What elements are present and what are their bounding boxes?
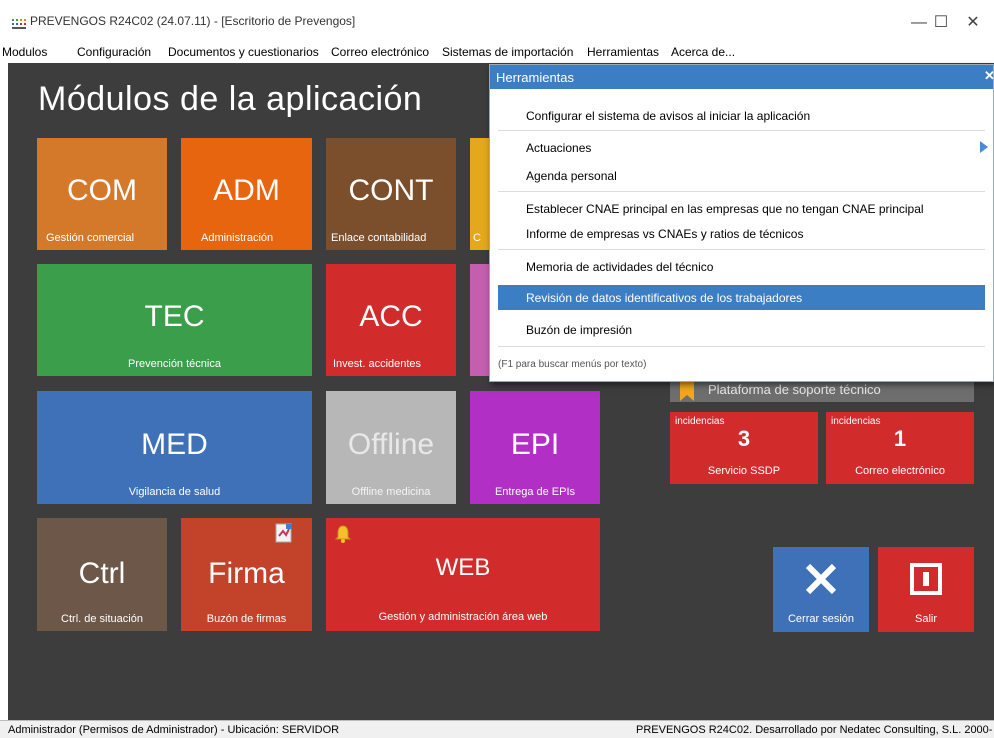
bookmark-icon [680,381,694,401]
tile-code: Offline [347,428,435,461]
menu-item-label: Agenda personal [526,169,617,183]
incidents-count: 3 [737,426,751,451]
tile-acc[interactable]: ACC Invest. accidentes [326,264,456,376]
menu-item-memoria[interactable]: Memoria de actividades del técnico [490,254,993,279]
menu-modulos[interactable]: Modulos [2,45,47,59]
tile-ctrl[interactable]: Ctrl Ctrl. de situación [37,518,167,631]
tile-label: Offline medicina [351,486,431,498]
exit-button[interactable]: Salir [878,547,974,632]
incidents-label: Correo electrónico [855,465,945,477]
dropdown-title: Herramientas [496,70,575,85]
incidents-label: Servicio SSDP [707,465,781,477]
tile-code: Ctrl [78,557,126,590]
dropdown-header: Herramientas ✕ [490,65,994,89]
tile-label: Prevención técnica [128,358,221,370]
incidents-ssdp-tile[interactable]: incidencias 3 Servicio SSDP [670,412,818,484]
tile-code: COM [67,174,137,207]
tile-code: TEC [144,300,205,333]
exit-label: Salir [914,613,937,625]
app-logo-icon [12,19,26,29]
close-x-icon [805,563,837,595]
menu-item-informe-cnae[interactable]: Informe de empresas vs CNAEs y ratios de… [490,221,993,246]
menu-bar: Modulos Configuración Documentos y cuest… [0,42,994,63]
menu-item-label: Establecer CNAE principal en las empresa… [526,202,924,216]
tile-code: CONT [348,174,434,207]
menu-item-label: Revisión de datos identificativos de los… [526,291,803,305]
tile-epi[interactable]: EPI Entrega de EPIs [470,391,600,504]
maximize-icon: ☐ [933,14,949,31]
menu-item-label: Buzón de impresión [526,323,633,337]
tile-label: Enlace contabilidad [331,232,427,244]
tile-label: Ctrl. de situación [61,613,143,625]
status-user: Administrador (Permisos de Administrador… [8,724,340,736]
status-version: PREVENGOS R24C02. Desarrollado por Nedat… [636,724,992,736]
logout-button[interactable]: Cerrar sesión [773,547,869,632]
tile-firma[interactable]: Firma Buzón de firmas [181,518,312,631]
close-button[interactable]: ✕ [950,8,994,38]
close-icon[interactable]: ✕ [984,68,994,84]
menu-separator [498,249,985,250]
tile-code: EPI [510,428,560,461]
tile-label: Invest. accidentes [333,358,422,370]
tile-code: MED [141,428,208,461]
herramientas-dropdown: Herramientas ✕ Configurar el sistema de … [489,64,994,382]
menu-item-label: Memoria de actividades del técnico [526,260,714,274]
submenu-arrow-icon [980,141,988,153]
tile-web[interactable]: WEB Gestión y administración área web [326,518,600,631]
tile-cont[interactable]: CONT Enlace contabilidad [326,138,456,250]
incidents-count: 1 [893,426,907,451]
menu-separator [498,191,985,192]
bell-icon [334,525,352,543]
tile-tec[interactable]: TEC Prevención técnica [37,264,312,376]
tile-label: C [473,232,481,244]
status-bar: Administrador (Permisos de Administrador… [0,720,994,738]
tile-label: Administración [201,232,274,244]
menu-acerca[interactable]: Acerca de... [671,45,735,59]
menu-configuracion[interactable]: Configuración [77,45,151,59]
menu-item-buzon-impresion[interactable]: Buzón de impresión [490,317,993,342]
tile-label: Buzón de firmas [206,613,287,625]
page-title: Módulos de la aplicación [38,80,423,118]
close-icon: ✕ [966,14,980,31]
menu-item-label: Informe de empresas vs CNAEs y ratios de… [526,227,804,241]
document-icon [275,523,292,543]
incidents-email-tile[interactable]: incidencias 1 Correo electrónico [826,412,974,484]
tile-label: Entrega de EPIs [494,486,576,498]
tile-label: Gestión comercial [46,232,135,244]
support-label: Plataforma de soporte técnico [708,382,881,397]
tile-adm[interactable]: ADM Administración [181,138,312,250]
menu-importacion[interactable]: Sistemas de importación [442,45,573,59]
window-title: PREVENGOS R24C02 (24.07.11) - [Escritori… [30,14,356,28]
tile-code: Firma [208,557,285,590]
menu-item-actuaciones[interactable]: Actuaciones [490,135,993,160]
tile-label: Vigilancia de salud [128,486,221,498]
title-bar: PREVENGOS R24C02 (24.07.11) - [Escritori… [0,0,994,42]
menu-item-agenda[interactable]: Agenda personal [490,163,993,188]
menu-item-revision-datos[interactable]: Revisión de datos identificativos de los… [498,285,985,310]
search-hint: (F1 para buscar menús por texto) [498,359,647,370]
logout-label: Cerrar sesión [787,613,855,625]
menu-separator [498,130,985,131]
tile-label: Gestión y administración área web [378,611,548,623]
tile-code: WEB [435,554,491,581]
menu-item-configurar-avisos[interactable]: Configurar el sistema de avisos al inici… [490,103,993,128]
menu-item-establecer-cnae[interactable]: Establecer CNAE principal en las empresa… [490,196,993,221]
tile-code: ADM [213,174,280,207]
menu-documentos[interactable]: Documentos y cuestionarios [168,45,319,59]
tile-offline[interactable]: Offline Offline medicina [326,391,456,504]
menu-herramientas[interactable]: Herramientas [587,45,659,59]
menu-item-label: Actuaciones [526,141,592,155]
menu-item-label: Configurar el sistema de avisos al inici… [526,109,811,123]
power-icon [910,563,942,595]
tile-med[interactable]: MED Vigilancia de salud [37,391,312,504]
menu-correo[interactable]: Correo electrónico [331,45,429,59]
tile-code: ACC [359,300,423,333]
tile-com[interactable]: COM Gestión comercial [37,138,167,250]
menu-separator [498,346,985,347]
